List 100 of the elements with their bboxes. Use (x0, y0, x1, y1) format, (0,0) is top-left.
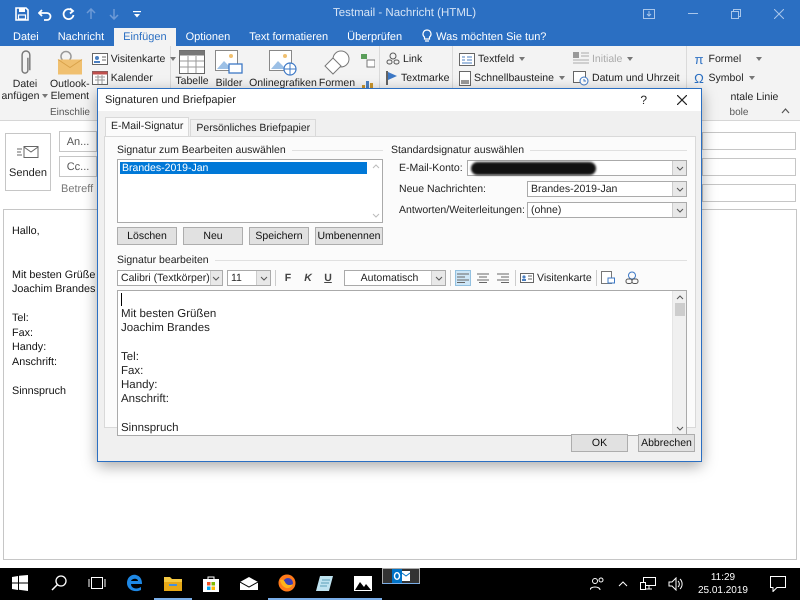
chevron-down-icon (434, 276, 442, 280)
link-icon (386, 52, 400, 66)
chevron-down-icon (676, 166, 684, 170)
quick-parts-button[interactable]: Schnellbausteine (459, 70, 565, 86)
online-pictures-button[interactable]: Onlinegrafiken (249, 50, 317, 89)
scrollbar-thumb[interactable] (674, 303, 684, 316)
dropdown-button[interactable] (672, 182, 686, 196)
font-size-dropdown[interactable]: 11 (227, 270, 271, 286)
format-button[interactable]: U (320, 272, 336, 284)
dropdown-button[interactable] (256, 271, 270, 285)
account-dropdown[interactable] (466, 160, 687, 176)
font-color-dropdown[interactable]: Automatisch (344, 270, 446, 286)
undo-icon[interactable] (38, 7, 52, 21)
text-box-button[interactable]: Textfeld (459, 51, 526, 67)
subject-label: Betreff (60, 182, 94, 195)
notepad-icon (316, 574, 334, 592)
shapes-icon (323, 50, 351, 76)
to-field[interactable] (702, 132, 796, 150)
ribbon-tab[interactable]: Überprüfen (338, 28, 412, 46)
link-button[interactable]: Link (386, 51, 422, 67)
subject-field[interactable] (702, 184, 796, 202)
signature-dropdown[interactable]: (ohne) (527, 202, 687, 218)
dropdown-button[interactable] (672, 203, 686, 217)
browser-e-icon (126, 574, 144, 592)
attach-file-button[interactable]: Datei anfügen (2, 50, 48, 102)
message-line: Mit besten Grüße (12, 268, 96, 282)
outlook-item-button[interactable]: Outlook- Element (50, 50, 90, 102)
symbol-button[interactable]: Ω Symbol (692, 70, 755, 86)
restore-icon[interactable] (731, 9, 741, 19)
dialog-button[interactable]: Umbenennen (315, 227, 383, 245)
dialog-button[interactable]: Speichern (249, 227, 309, 245)
date-time-button[interactable]: Datum und Uhrzeit (572, 70, 680, 86)
outlook-taskbar-button[interactable] (382, 568, 420, 584)
signature-item[interactable]: Brandes-2019-Jan (120, 162, 367, 174)
notification-icon[interactable] (770, 576, 786, 592)
align-left-button[interactable] (455, 270, 471, 286)
to-button[interactable]: An... (59, 131, 97, 152)
message-line: Fax: (12, 326, 33, 340)
dialog-button[interactable]: OK (571, 434, 628, 452)
customize-icon[interactable] (132, 10, 140, 18)
ribbon-tab[interactable]: Text formatieren (240, 28, 338, 46)
dropdown-button[interactable] (431, 271, 445, 285)
close-icon[interactable] (677, 95, 687, 105)
cc-field[interactable] (702, 158, 796, 176)
collapse-ribbon-icon[interactable] (781, 108, 790, 114)
dialog-button[interactable]: Abbrechen (638, 434, 695, 452)
smartart-icon[interactable] (361, 54, 375, 68)
hyperlink-icon[interactable] (624, 271, 639, 285)
scroll-up-icon[interactable] (676, 295, 684, 300)
insert-picture-icon[interactable] (600, 271, 615, 285)
signature-list[interactable]: Brandes-2019-Jan (117, 159, 383, 223)
window-title: Testmail - Nachricht (HTML) (333, 7, 476, 19)
minimize-icon[interactable] (688, 13, 698, 15)
signature-line: Handy: (121, 378, 158, 392)
dialog-button[interactable]: Neu (183, 227, 243, 245)
shapes-button[interactable]: Formen (319, 50, 355, 89)
bookmark-button[interactable]: Textmarke (386, 70, 450, 86)
table-button[interactable]: Tabelle (175, 50, 209, 87)
dropdown-arrow-icon (519, 57, 526, 61)
envelope-icon (240, 576, 258, 590)
dropdown-arrow-icon (756, 57, 762, 61)
format-button[interactable]: K (300, 272, 316, 284)
ribbon-tab[interactable]: Einfügen (114, 28, 176, 46)
tell-me-field[interactable]: Was möchten Sie tun? (436, 31, 546, 46)
signature-editor[interactable]: Mit besten Grüßen Joachim Brandes Tel: Fax: Handy: Anschrift: Sinnspruch (117, 290, 687, 436)
network-icon[interactable] (640, 577, 656, 591)
message-line: Tel: (12, 311, 29, 326)
section-heading: Signatur zum Bearbeiten auswählen (117, 144, 286, 156)
business-card-button[interactable]: Visitenkarte (520, 272, 592, 284)
ribbon-tab[interactable]: Optionen (176, 28, 240, 46)
format-button[interactable]: F (280, 272, 296, 284)
font-dropdown[interactable]: Calibri (Textkörper) (117, 270, 223, 286)
people-icon[interactable] (590, 577, 606, 591)
dialog-tab[interactable]: E-Mail-Signatur (105, 117, 190, 136)
ribbon-tab[interactable]: Nachricht (48, 28, 114, 46)
equation-button[interactable]: π Formel (692, 51, 762, 67)
dialog-button[interactable]: Löschen (117, 227, 177, 245)
dropdown-button[interactable] (672, 161, 686, 175)
chevron-up-icon[interactable] (618, 581, 628, 587)
cc-button[interactable]: Cc... (59, 156, 97, 177)
scroll-down-icon[interactable] (676, 426, 684, 431)
align-left-icon (457, 273, 469, 283)
ribbon-display-icon[interactable] (643, 9, 655, 19)
ribbon-tab[interactable]: Datei (4, 28, 48, 46)
redo-icon[interactable] (60, 7, 74, 21)
save-icon[interactable] (14, 7, 28, 21)
help-button[interactable]: ? (640, 93, 647, 107)
business-card-button[interactable]: Visitenkarte (92, 51, 176, 67)
horizontal-line-button[interactable]: ntale Linie (730, 91, 778, 103)
dropdown-button[interactable] (210, 271, 222, 285)
message-line: Joachim Brandes (12, 282, 96, 296)
signature-dropdown[interactable]: Brandes-2019-Jan (527, 181, 687, 197)
send-button[interactable]: Senden (5, 133, 51, 191)
calendar-button[interactable]: Kalender (92, 70, 153, 86)
table-icon (179, 50, 205, 74)
chevron-down-icon (260, 276, 268, 280)
search-icon (51, 575, 67, 591)
dialog-tab[interactable]: Persönliches Briefpapier (190, 119, 316, 136)
pictures-button[interactable]: Bilder (211, 50, 247, 89)
volume-icon[interactable] (668, 577, 684, 591)
